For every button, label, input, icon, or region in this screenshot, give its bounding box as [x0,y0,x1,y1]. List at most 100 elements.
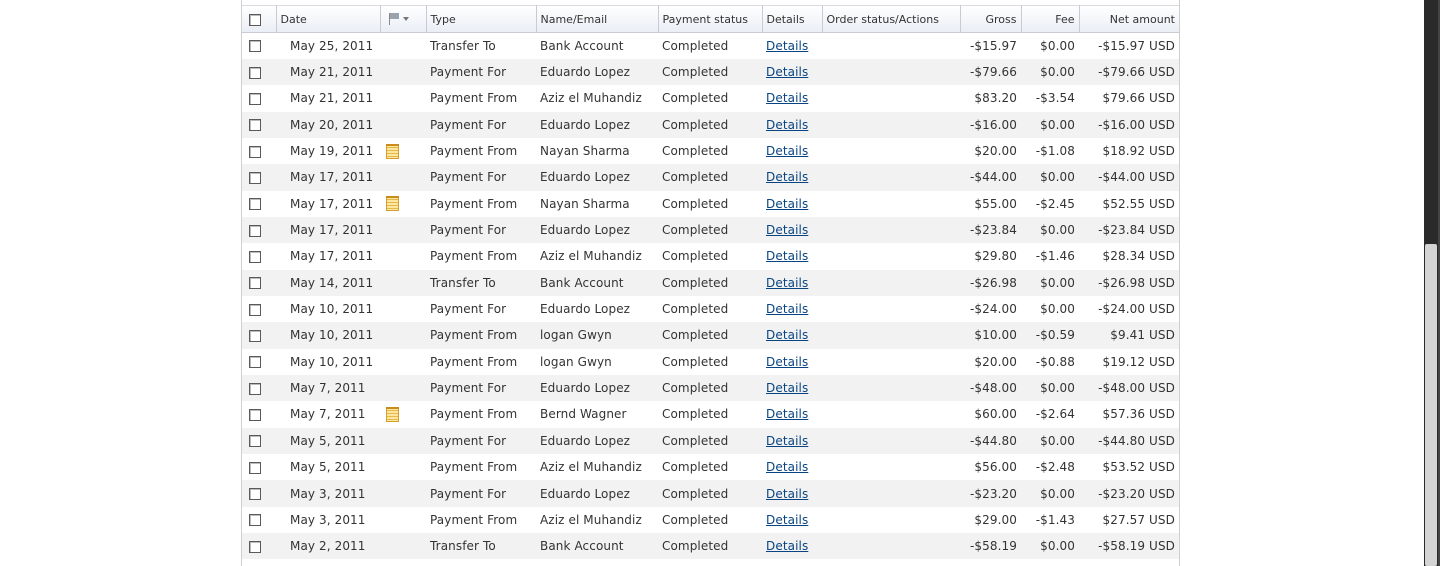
row-checkbox[interactable] [249,198,261,211]
row-select-cell[interactable] [242,138,276,164]
note-icon[interactable] [386,143,399,159]
details-link[interactable]: Details [766,144,808,158]
table-row[interactable]: May 21, 2011 Payment For Eduardo Lopez C… [242,58,1179,86]
details-link[interactable]: Details [766,39,808,53]
table-row[interactable]: May 17, 2011 Payment From Nayan Sharma C… [242,191,1179,217]
details-link[interactable]: Details [766,487,808,501]
row-checkbox[interactable] [249,382,261,395]
table-row[interactable]: May 25, 2011 Transfer To Bank Account Co… [242,33,1179,59]
details-link[interactable]: Details [766,328,808,342]
details-link[interactable]: Details [766,91,808,105]
details-link[interactable]: Details [766,118,808,132]
details-link[interactable]: Details [766,65,808,79]
table-row[interactable]: May 3, 2011 Payment For Eduardo Lopez Co… [242,480,1179,507]
row-select-cell[interactable] [242,428,276,454]
select-all-checkbox[interactable] [249,13,261,26]
table-row[interactable]: May 5, 2011 Payment For Eduardo Lopez Co… [242,427,1179,454]
row-checkbox[interactable] [249,356,261,369]
table-row[interactable]: May 5, 2011 Payment From Aziz el Muhandi… [242,454,1179,480]
column-header-status[interactable]: Payment status [658,5,763,33]
row-checkbox[interactable] [249,488,261,501]
row-select-cell[interactable] [242,59,276,85]
table-row[interactable]: May 10, 2011 Payment For Eduardo Lopez C… [242,296,1179,322]
row-select-cell[interactable] [242,401,276,427]
details-link[interactable]: Details [766,170,808,184]
details-link[interactable]: Details [766,223,808,237]
details-link[interactable]: Details [766,460,808,474]
row-checkbox[interactable] [249,92,261,105]
table-row[interactable]: May 21, 2011 Payment From Aziz el Muhand… [242,85,1179,111]
column-header-gross[interactable]: Gross [960,5,1022,33]
row-checkbox[interactable] [249,540,261,553]
row-details-cell: Details [762,59,822,85]
table-row[interactable]: May 2, 2011 Transfer To Bank Account Com… [242,533,1179,560]
row-checkbox[interactable] [249,277,261,290]
row-select-cell[interactable] [242,243,276,269]
row-checkbox[interactable] [249,408,261,421]
row-checkbox[interactable] [249,119,261,132]
row-select-cell[interactable] [242,454,276,480]
note-icon[interactable] [386,406,399,422]
table-row[interactable]: May 3, 2011 Payment From Aziz el Muhandi… [242,507,1179,533]
details-link[interactable]: Details [766,197,808,211]
row-select-cell[interactable] [242,191,276,217]
table-row[interactable]: May 17, 2011 Payment For Eduardo Lopez C… [242,216,1179,244]
column-header-flag[interactable] [380,5,427,33]
row-select-cell[interactable] [242,533,276,559]
row-select-cell[interactable] [242,33,276,59]
row-select-cell[interactable] [242,270,276,296]
row-checkbox[interactable] [249,224,261,237]
column-header-net[interactable]: Net amount [1079,5,1179,33]
table-row[interactable]: May 19, 2011 Payment From Nayan Sharma C… [242,138,1179,164]
column-header-date[interactable]: Date [276,5,381,33]
row-fee: -$0.88 [1035,354,1075,369]
details-link[interactable]: Details [766,381,808,395]
note-icon[interactable] [386,196,399,212]
row-select-cell[interactable] [242,480,276,506]
row-checkbox[interactable] [249,145,261,158]
row-select-cell[interactable] [242,85,276,111]
row-fee: -$1.43 [1035,512,1075,527]
row-select-cell[interactable] [242,112,276,138]
row-select-cell[interactable] [242,349,276,375]
select-all-header[interactable] [242,5,277,33]
details-link[interactable]: Details [766,407,808,421]
row-checkbox[interactable] [249,66,261,79]
table-row[interactable]: May 14, 2011 Transfer To Bank Account Co… [242,269,1179,296]
row-checkbox[interactable] [249,40,261,53]
scrollbar-thumb[interactable] [1425,244,1437,566]
row-checkbox[interactable] [249,329,261,342]
row-select-cell[interactable] [242,164,276,190]
table-row[interactable]: May 10, 2011 Payment From logan Gwyn Com… [242,349,1179,375]
row-select-cell[interactable] [242,507,276,533]
column-header-name[interactable]: Name/Email [536,5,659,33]
details-link[interactable]: Details [766,539,808,553]
vertical-scrollbar[interactable] [1424,0,1438,566]
column-header-type[interactable]: Type [426,5,537,33]
flag-icon[interactable] [385,12,411,26]
row-checkbox[interactable] [249,435,261,448]
row-checkbox[interactable] [249,461,261,474]
details-link[interactable]: Details [766,249,808,263]
table-row[interactable]: May 17, 2011 Payment For Eduardo Lopez C… [242,164,1179,191]
details-link[interactable]: Details [766,434,808,448]
details-link[interactable]: Details [766,276,808,290]
row-details-cell: Details [762,375,822,401]
table-row[interactable]: May 10, 2011 Payment From logan Gwyn Com… [242,322,1179,349]
table-row[interactable]: May 7, 2011 Payment From Bernd Wagner Co… [242,401,1179,427]
details-link[interactable]: Details [766,513,808,527]
row-select-cell[interactable] [242,375,276,401]
row-select-cell[interactable] [242,296,276,322]
details-link[interactable]: Details [766,355,808,369]
details-link[interactable]: Details [766,302,808,316]
table-row[interactable]: May 7, 2011 Payment For Eduardo Lopez Co… [242,374,1179,402]
row-select-cell[interactable] [242,217,276,243]
table-row[interactable]: May 17, 2011 Payment From Aziz el Muhand… [242,243,1179,269]
column-header-fee[interactable]: Fee [1021,5,1080,33]
row-checkbox[interactable] [249,303,261,316]
row-checkbox[interactable] [249,250,261,263]
row-checkbox[interactable] [249,171,261,184]
row-select-cell[interactable] [242,322,276,348]
row-checkbox[interactable] [249,514,261,527]
table-row[interactable]: May 20, 2011 Payment For Eduardo Lopez C… [242,111,1179,138]
